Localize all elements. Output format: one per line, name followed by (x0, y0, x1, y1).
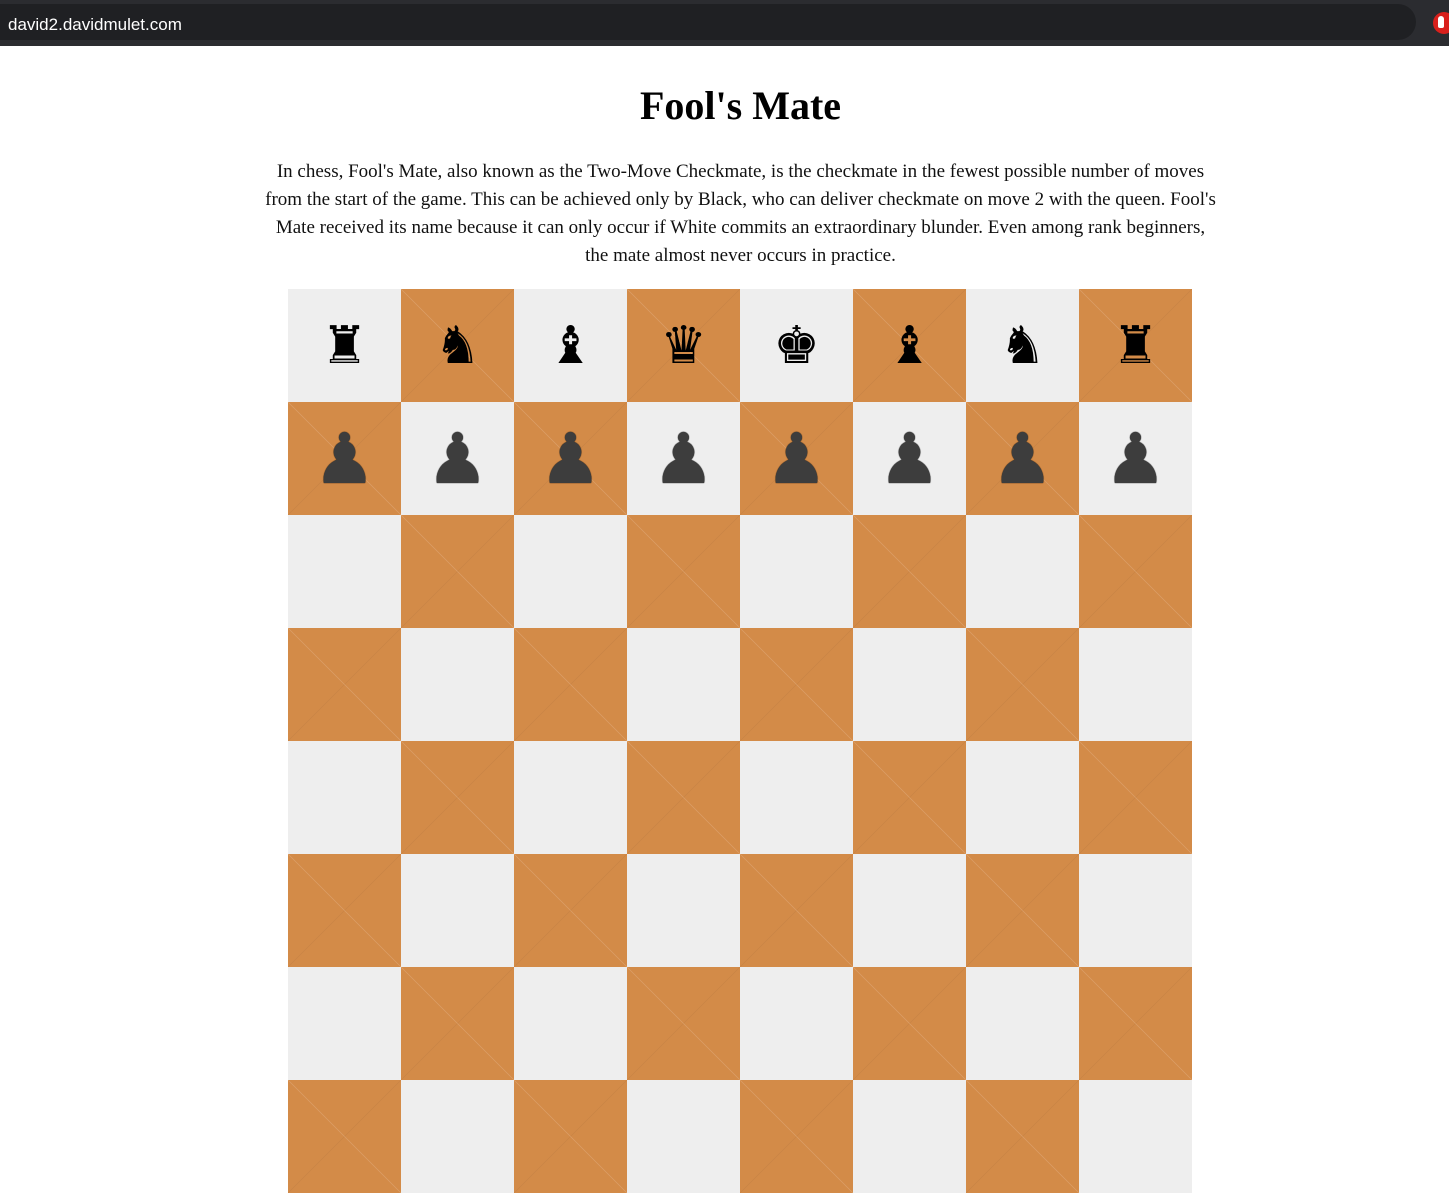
browser-top-bar: david2.davidmulet.com (0, 0, 1449, 46)
black-pawn-icon[interactable]: ♟ (652, 424, 715, 494)
intro-paragraph: In chess, Fool's Mate, also known as the… (265, 161, 1216, 266)
square-h7[interactable]: ♟ (1079, 402, 1192, 515)
black-rook-icon[interactable]: ♜ (1112, 320, 1159, 372)
square-e1[interactable] (740, 1080, 853, 1193)
square-d4[interactable] (627, 741, 740, 854)
square-a7[interactable]: ♟ (288, 402, 401, 515)
black-bishop-icon[interactable]: ♝ (547, 320, 594, 372)
square-h3[interactable] (1079, 854, 1192, 967)
square-g7[interactable]: ♟ (966, 402, 1079, 515)
square-a6[interactable] (288, 515, 401, 628)
black-rook-icon[interactable]: ♜ (321, 320, 368, 372)
square-f4[interactable] (853, 741, 966, 854)
square-b8[interactable]: ♞ (401, 289, 514, 402)
square-e7[interactable]: ♟ (740, 402, 853, 515)
black-pawn-icon[interactable]: ♟ (426, 424, 489, 494)
square-a5[interactable] (288, 628, 401, 741)
square-g4[interactable] (966, 741, 1079, 854)
square-b6[interactable] (401, 515, 514, 628)
square-f5[interactable] (853, 628, 966, 741)
black-pawn-icon[interactable]: ♟ (765, 424, 828, 494)
black-pawn-icon[interactable]: ♟ (878, 424, 941, 494)
address-bar[interactable]: david2.davidmulet.com (0, 4, 1416, 40)
black-pawn-icon[interactable]: ♟ (991, 424, 1054, 494)
square-b4[interactable] (401, 741, 514, 854)
black-king-icon[interactable]: ♚ (773, 320, 820, 372)
square-a3[interactable] (288, 854, 401, 967)
square-b7[interactable]: ♟ (401, 402, 514, 515)
square-c1[interactable] (514, 1080, 627, 1193)
square-h2[interactable] (1079, 967, 1192, 1080)
square-g1[interactable] (966, 1080, 1079, 1193)
square-f2[interactable] (853, 967, 966, 1080)
square-d1[interactable] (627, 1080, 740, 1193)
square-g6[interactable] (966, 515, 1079, 628)
black-pawn-icon[interactable]: ♟ (539, 424, 602, 494)
square-c4[interactable] (514, 741, 627, 854)
extension-icon[interactable] (1433, 12, 1449, 34)
black-pawn-icon[interactable]: ♟ (313, 424, 376, 494)
square-d2[interactable] (627, 967, 740, 1080)
square-e3[interactable] (740, 854, 853, 967)
square-f1[interactable] (853, 1080, 966, 1193)
square-d5[interactable] (627, 628, 740, 741)
square-d6[interactable] (627, 515, 740, 628)
square-c6[interactable] (514, 515, 627, 628)
square-a1[interactable] (288, 1080, 401, 1193)
square-a8[interactable]: ♜ (288, 289, 401, 402)
square-f6[interactable] (853, 515, 966, 628)
square-h8[interactable]: ♜ (1079, 289, 1192, 402)
square-e5[interactable] (740, 628, 853, 741)
square-b5[interactable] (401, 628, 514, 741)
square-b1[interactable] (401, 1080, 514, 1193)
square-e2[interactable] (740, 967, 853, 1080)
black-knight-icon[interactable]: ♞ (434, 320, 481, 372)
square-c8[interactable]: ♝ (514, 289, 627, 402)
square-a4[interactable] (288, 741, 401, 854)
square-c5[interactable] (514, 628, 627, 741)
square-h5[interactable] (1079, 628, 1192, 741)
page-title: Fool's Mate (639, 83, 842, 128)
square-c7[interactable]: ♟ (514, 402, 627, 515)
square-h4[interactable] (1079, 741, 1192, 854)
square-e4[interactable] (740, 741, 853, 854)
square-d7[interactable]: ♟ (627, 402, 740, 515)
black-knight-icon[interactable]: ♞ (999, 320, 1046, 372)
square-d3[interactable] (627, 854, 740, 967)
square-g2[interactable] (966, 967, 1079, 1080)
black-pawn-icon[interactable]: ♟ (1104, 424, 1167, 494)
square-b3[interactable] (401, 854, 514, 967)
square-f7[interactable]: ♟ (853, 402, 966, 515)
square-c2[interactable] (514, 967, 627, 1080)
square-e6[interactable] (740, 515, 853, 628)
square-a2[interactable] (288, 967, 401, 1080)
square-f8[interactable]: ♝ (853, 289, 966, 402)
square-g3[interactable] (966, 854, 1079, 967)
black-queen-icon[interactable]: ♛ (660, 320, 707, 372)
square-f3[interactable] (853, 854, 966, 967)
square-h6[interactable] (1079, 515, 1192, 628)
square-g5[interactable] (966, 628, 1079, 741)
square-b2[interactable] (401, 967, 514, 1080)
address-bar-url[interactable]: david2.davidmulet.com (8, 15, 182, 35)
square-g8[interactable]: ♞ (966, 289, 1079, 402)
chess-board: ♜ ♞ ♝ ♛ ♚ ♝ ♞ ♜ ♟ ♟ ♟ ♟ ♟ ♟ ♟ ♟ (288, 289, 1192, 1193)
square-d8[interactable]: ♛ (627, 289, 740, 402)
square-h1[interactable] (1079, 1080, 1192, 1193)
black-bishop-icon[interactable]: ♝ (886, 320, 933, 372)
square-e8[interactable]: ♚ (740, 289, 853, 402)
square-c3[interactable] (514, 854, 627, 967)
